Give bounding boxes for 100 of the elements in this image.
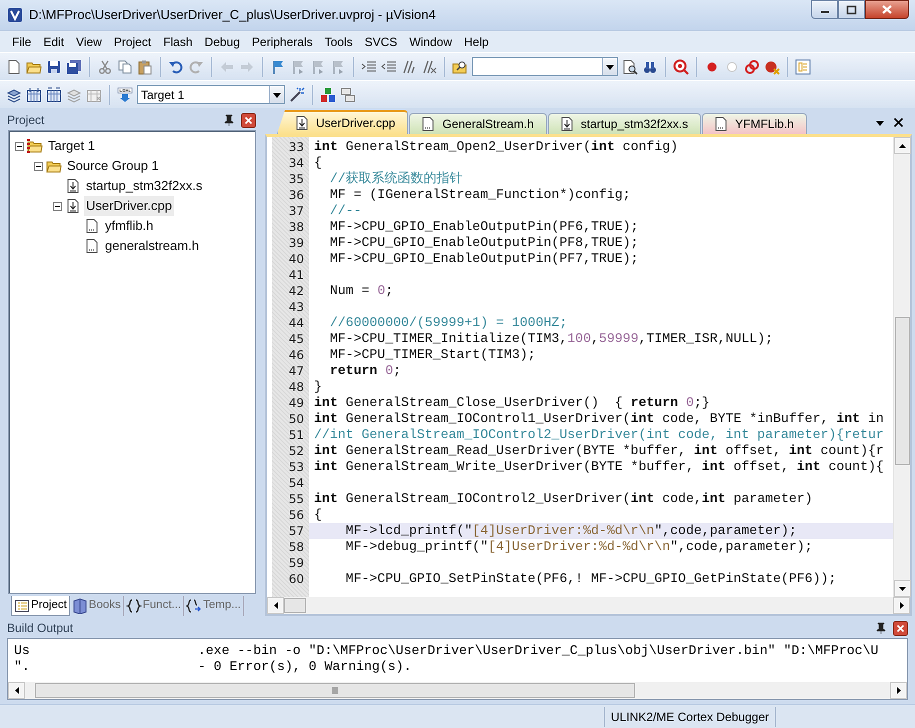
menu-item[interactable]: Project <box>108 32 158 50</box>
status-text: ULINK2/ME Cortex Debugger <box>604 706 775 726</box>
menu-item[interactable]: Tools <box>318 32 359 50</box>
comment-icon[interactable] <box>401 58 417 74</box>
panel-tab[interactable]: Funct... <box>124 596 184 616</box>
code-line: { <box>314 155 323 171</box>
scroll-left-icon[interactable] <box>272 601 278 610</box>
unindent-icon[interactable] <box>381 58 397 74</box>
code-line: //int GeneralStream_IOControl2_UserDriver(int code, int parameter){retur <box>314 427 885 443</box>
tree-item[interactable]: UserDriver.cpp <box>84 196 174 216</box>
undo-icon[interactable] <box>168 58 184 74</box>
expand-toggle-icon[interactable] <box>53 202 62 210</box>
line-number: 33 <box>288 139 305 155</box>
expand-toggle-icon[interactable] <box>34 162 43 170</box>
paste-icon[interactable] <box>137 58 153 74</box>
panel-tab[interactable]: Books <box>70 596 124 616</box>
code-line: MF->CPU_GPIO_EnableOutputPin(PF7,TRUE); <box>328 251 640 267</box>
line-number: 47 <box>288 363 305 379</box>
line-number: 49 <box>288 395 305 411</box>
build-icon[interactable] <box>26 86 42 102</box>
menu-item[interactable]: Debug <box>198 32 246 50</box>
grip-icon[interactable] <box>332 687 338 694</box>
tree-item[interactable]: startup_stm32f2xx.s <box>84 176 204 196</box>
target-combo[interactable]: Target 1 <box>137 85 285 104</box>
scrollbar-thumb[interactable] <box>284 598 306 613</box>
maximize-button[interactable] <box>838 0 865 19</box>
window-title: D:\MFProc\UserDriver\UserDriver_C_plus\UserDriver.uvproj - µVision4 <box>29 6 437 24</box>
expand-toggle-icon[interactable] <box>15 142 24 150</box>
window-icon[interactable] <box>795 58 811 74</box>
menu-item[interactable]: SVCS <box>358 32 404 50</box>
scroll-down-icon[interactable] <box>898 586 907 592</box>
code-line: MF->CPU_TIMER_Initialize(TIM3,100,59999,TIMER_ISR,NULL); <box>328 331 774 347</box>
copy-icon[interactable] <box>117 58 133 74</box>
menu-item[interactable]: Help <box>458 32 495 50</box>
document-search-icon[interactable] <box>622 58 638 74</box>
tree-item[interactable]: Target 1 <box>46 136 97 156</box>
rebuild-icon[interactable] <box>46 86 62 102</box>
close-button[interactable] <box>865 0 909 19</box>
file-tab[interactable]: YFMFLib.h <box>702 113 807 134</box>
cut-icon[interactable] <box>97 58 113 74</box>
tree-item[interactable]: generalstream.h <box>103 236 201 256</box>
panel-tab[interactable]: Project <box>11 596 70 616</box>
folder-search-icon[interactable] <box>452 58 468 74</box>
file-tab[interactable]: startup_stm32f2xx.s <box>548 113 702 134</box>
menu-item[interactable]: Flash <box>157 32 199 50</box>
packs-icon[interactable] <box>340 86 356 102</box>
maximize-icon[interactable] <box>846 4 857 14</box>
scrollbar-thumb[interactable] <box>895 317 910 465</box>
project-icon <box>14 598 30 614</box>
code-line: int GeneralStream_Write_UserDriver(BYTE *buffer, int offset, int count){ <box>314 459 885 475</box>
dropdown-arrow-icon[interactable] <box>605 62 615 71</box>
scrollbar-thumb[interactable] <box>35 683 635 698</box>
minimize-button[interactable] <box>811 0 838 19</box>
vertical-scrollbar[interactable] <box>893 137 910 597</box>
load-icon[interactable] <box>117 86 133 102</box>
pin-icon[interactable] <box>223 114 235 126</box>
scroll-right-icon[interactable] <box>898 601 904 610</box>
uncomment-icon[interactable] <box>421 58 437 74</box>
code-line: MF->CPU_TIMER_Start(TIM3); <box>328 347 537 363</box>
debug-icon[interactable] <box>673 58 689 74</box>
close-icon[interactable] <box>893 116 904 128</box>
panel-tab[interactable]: Temp... <box>184 596 244 616</box>
horizontal-scrollbar[interactable] <box>8 682 907 699</box>
breakpoint-remove-icon[interactable] <box>764 58 780 74</box>
line-number: 50 <box>288 411 305 427</box>
translate-icon[interactable] <box>6 86 22 102</box>
file-tab[interactable]: GeneralStream.h <box>409 113 547 134</box>
horizontal-scrollbar[interactable] <box>267 597 910 614</box>
rings-icon[interactable] <box>744 58 760 74</box>
line-number: 51 <box>288 427 305 443</box>
tree-item[interactable]: yfmflib.h <box>103 216 156 236</box>
header-file-icon <box>713 116 730 132</box>
dropdown-arrow-icon[interactable] <box>272 90 282 99</box>
source-file-icon <box>558 116 575 132</box>
line-number: 41 <box>288 267 305 283</box>
menu-item[interactable]: Peripherals <box>246 32 319 50</box>
line-number: 52 <box>288 443 305 459</box>
wand-icon[interactable] <box>289 86 305 102</box>
code-line: } <box>314 379 323 395</box>
pin-icon[interactable] <box>875 622 887 634</box>
menu-item[interactable]: View <box>70 32 108 50</box>
file-tab[interactable]: UserDriver.cpp <box>277 110 408 134</box>
new-file-icon[interactable] <box>6 58 22 74</box>
scroll-up-icon[interactable] <box>898 142 907 148</box>
scroll-right-icon[interactable] <box>896 686 902 695</box>
source-file-icon <box>65 178 81 194</box>
tree-item[interactable]: Source Group 1 <box>65 156 161 176</box>
save-all-icon[interactable] <box>66 58 82 74</box>
menu-item[interactable]: Window <box>403 32 458 50</box>
line-number: 40 <box>288 251 305 267</box>
save-icon[interactable] <box>46 58 62 74</box>
menu-item[interactable]: Edit <box>37 32 70 50</box>
indent-icon[interactable] <box>361 58 377 74</box>
scroll-left-icon[interactable] <box>14 686 20 695</box>
menu-item[interactable]: File <box>6 32 38 50</box>
blocks-icon[interactable] <box>320 86 336 102</box>
close-icon[interactable] <box>893 620 908 636</box>
braces-icon <box>126 598 142 614</box>
line-number: 60 <box>288 571 305 587</box>
close-icon[interactable] <box>241 112 256 128</box>
